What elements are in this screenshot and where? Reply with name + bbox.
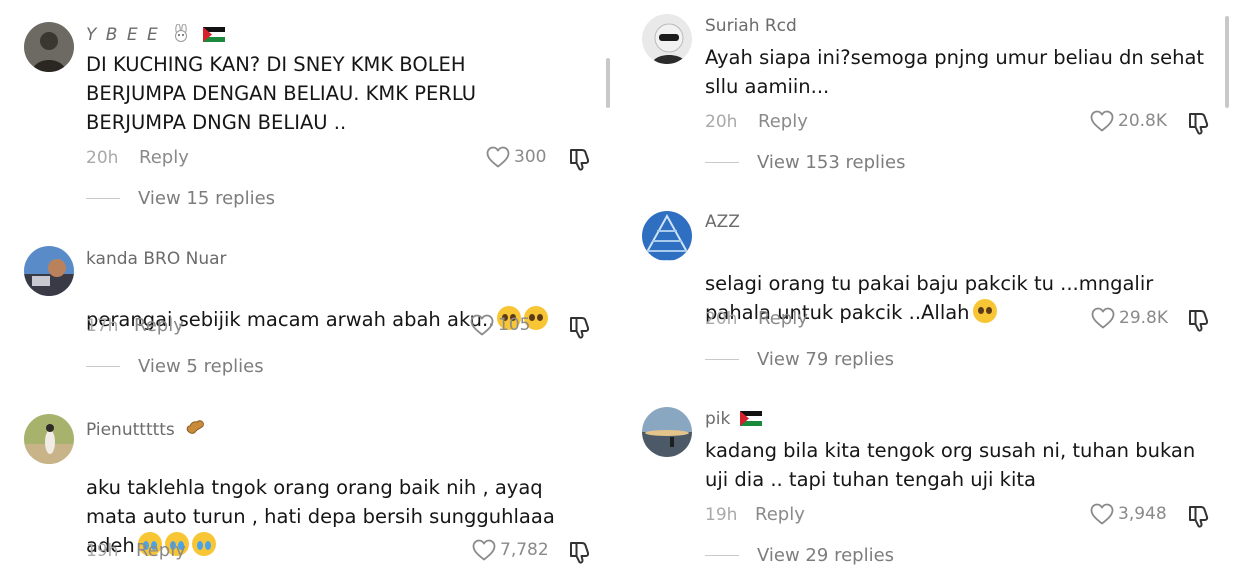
view-replies-button[interactable]: View 79 replies [705,349,894,370]
thumbs-down-icon [567,539,593,565]
reply-button[interactable]: Reply [758,308,808,329]
thumbs-down-icon [1186,503,1212,529]
divider-line [705,555,739,556]
avatar[interactable] [24,246,74,296]
peanut-icon [184,417,206,442]
like-button[interactable]: 20.8K [1090,110,1167,132]
dislike-button[interactable] [567,539,593,565]
avatar[interactable] [24,414,74,464]
view-replies-button[interactable]: View 15 replies [86,188,275,209]
heart-icon [1091,307,1115,329]
bunny-icon [171,23,191,47]
avatar[interactable] [642,14,692,64]
heart-icon [1090,503,1114,525]
view-replies-label: View 15 replies [138,188,276,209]
like-button[interactable]: 300 [486,146,546,168]
like-count: 3,948 [1118,504,1167,524]
scrollbar-right[interactable] [1225,16,1229,108]
comment-text: kadang bila kita tengok org susah ni, tu… [705,439,1196,491]
like-button[interactable]: 105 [470,314,530,336]
like-count: 20.8K [1118,111,1167,131]
username-text: Pienuttttts [86,420,175,440]
dislike-button[interactable] [1186,110,1212,136]
username-text: Y B E E [86,25,160,45]
like-button[interactable]: 29.8K [1091,307,1168,329]
reply-button[interactable]: Reply [139,147,189,168]
divider-line [86,198,120,199]
divider-line [705,162,739,163]
comment-username[interactable]: AZZ [705,212,740,232]
comment-time: 20h [705,309,738,329]
thumbs-down-icon [1186,110,1212,136]
comment-username[interactable]: kanda BRO Nuar [86,249,227,269]
comment-time: 19h [705,505,738,525]
thumbs-down-icon [567,314,593,340]
dislike-button[interactable] [1186,307,1212,333]
divider-line [705,359,739,360]
comment-time: 20h [86,148,119,168]
thumbs-down-icon [567,146,593,172]
heart-icon [470,314,494,336]
reply-button[interactable]: Reply [755,504,805,525]
comment-text: Ayah siapa ini?semoga pnjng umur beliau … [705,46,1205,98]
pleading-face-emoji [972,299,997,323]
dislike-button[interactable] [567,314,593,340]
avatar[interactable] [24,22,74,72]
heart-icon [486,146,510,168]
reply-button[interactable]: Reply [758,111,808,132]
palestine-flag-icon [202,27,225,47]
like-count: 29.8K [1119,308,1168,328]
comment-time: 20h [705,112,738,132]
heart-icon [1090,110,1114,132]
view-replies-label: View 79 replies [757,349,895,370]
comment-username[interactable]: Y B E E [86,23,225,47]
comment-time: 19h [86,541,119,561]
view-replies-label: View 29 replies [757,545,895,566]
dislike-button[interactable] [1186,503,1212,529]
scrollbar-left[interactable] [606,58,610,108]
reply-button[interactable]: Reply [134,315,184,336]
avatar[interactable] [642,407,692,457]
comment-time: 17h [86,316,119,336]
dislike-button[interactable] [567,146,593,172]
heart-icon [472,539,496,561]
view-replies-label: View 153 replies [757,152,906,173]
like-count: 300 [514,147,547,167]
like-count: 7,782 [500,540,549,560]
comment-username[interactable]: Pienuttttts [86,417,206,442]
comment-username[interactable]: Suriah Rcd [705,16,797,36]
comments-panel-left: Y B E E DI KUCHING KAN? DI SNEY KMK BOLE… [0,0,618,583]
avatar[interactable] [642,211,692,261]
loudly-crying-face-emoji [191,532,216,556]
view-replies-button[interactable]: View 153 replies [705,152,905,173]
like-button[interactable]: 3,948 [1090,503,1167,525]
thumbs-down-icon [1186,307,1212,333]
like-count: 105 [498,315,531,335]
comments-panel-right: Suriah Rcd Ayah siapa ini?semoga pnjng u… [620,0,1240,583]
comment-username[interactable]: pik [705,409,762,431]
view-replies-button[interactable]: View 29 replies [705,545,894,566]
view-replies-button[interactable]: View 5 replies [86,356,264,377]
username-text: pik [705,409,731,429]
palestine-flag-icon [739,411,762,431]
reply-button[interactable]: Reply [136,540,186,561]
like-button[interactable]: 7,782 [472,539,549,561]
view-replies-label: View 5 replies [138,356,264,377]
comment-text: DI KUCHING KAN? DI SNEY KMK BOLEH BERJUM… [86,53,477,134]
divider-line [86,366,120,367]
